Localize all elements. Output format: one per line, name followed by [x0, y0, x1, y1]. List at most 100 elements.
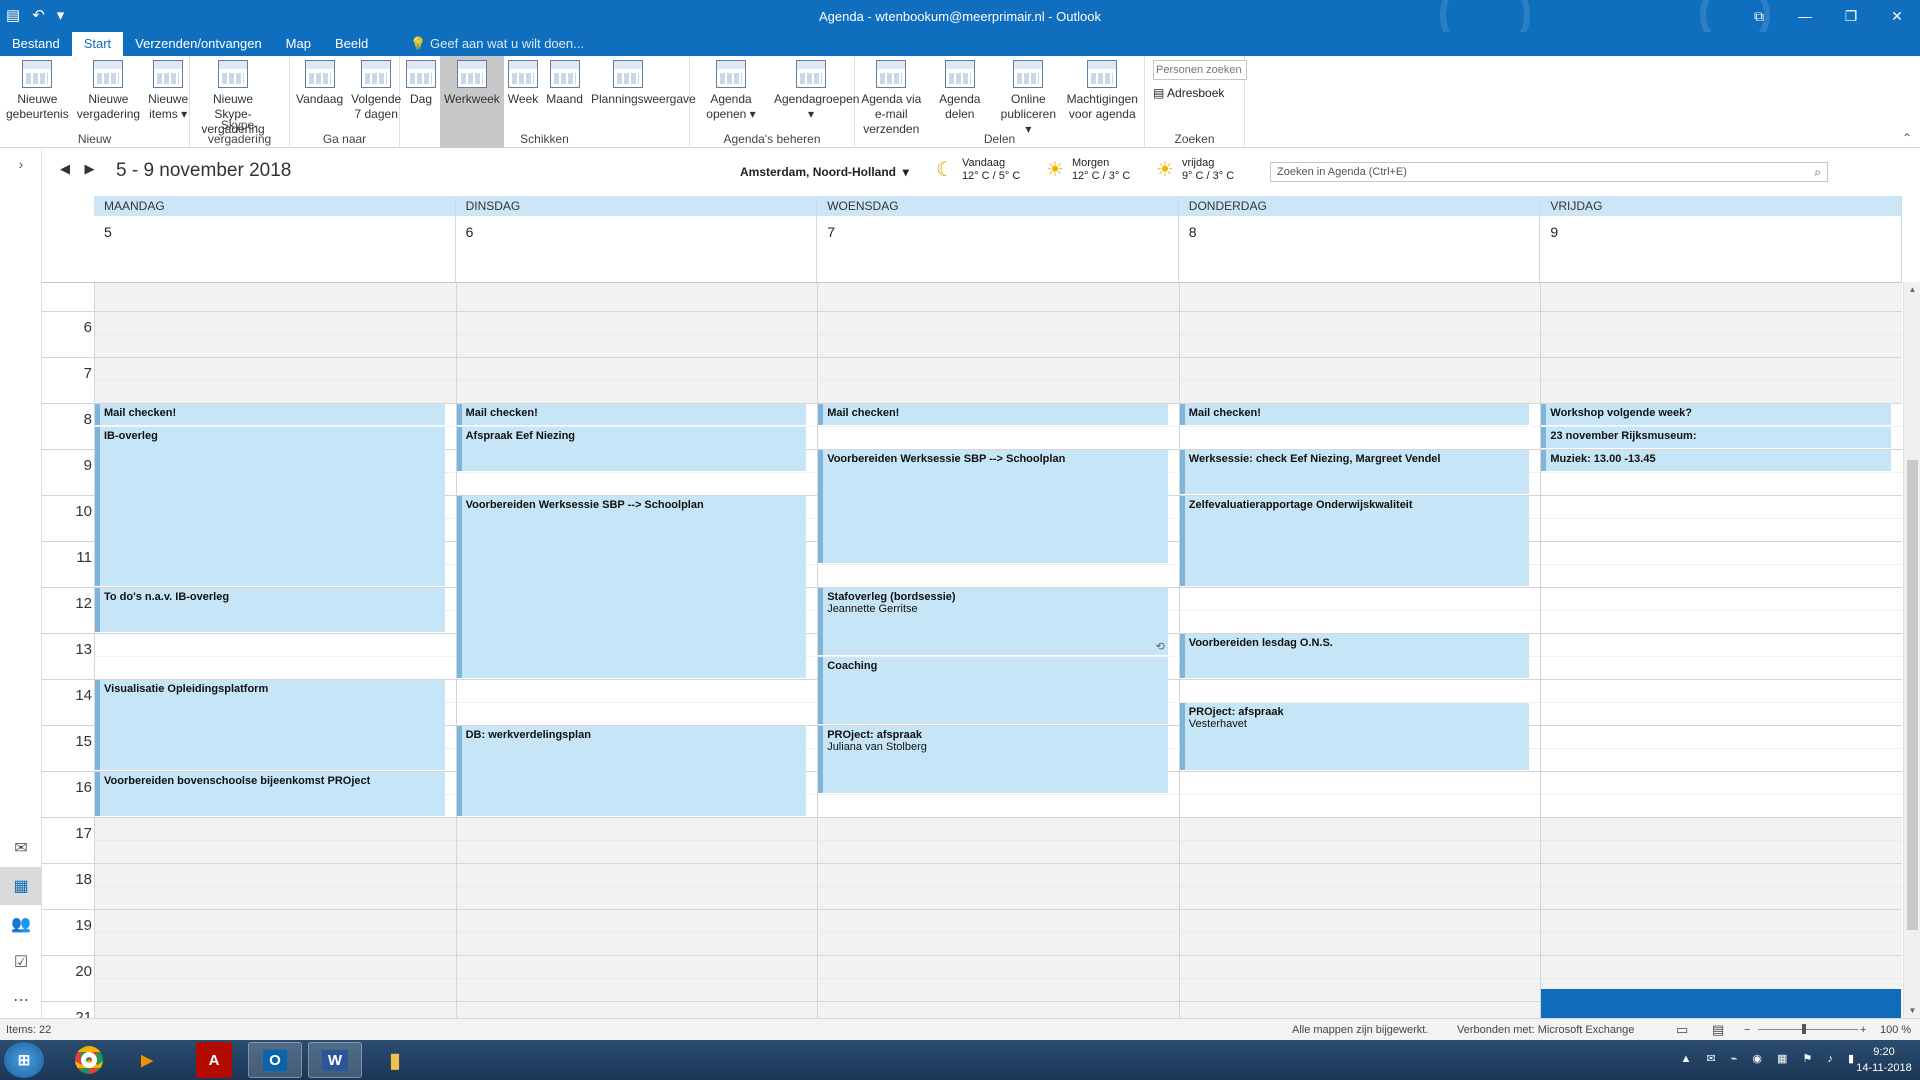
word-icon[interactable]: W — [308, 1042, 362, 1078]
calendar-event[interactable]: Voorbereiden bovenschoolse bijeenkomst P… — [95, 771, 445, 816]
media-player-icon[interactable]: ▶ — [120, 1042, 174, 1078]
ribbon-tabs: Bestand Start Verzenden/ontvangen Map Be… — [0, 32, 1920, 56]
calendar-event[interactable]: Mail checken! — [1179, 403, 1530, 425]
expand-folder-pane-icon[interactable]: › — [0, 149, 42, 179]
tell-me-search[interactable]: 💡 Geef aan wat u wilt doen... — [398, 32, 596, 56]
calendar-icon — [549, 60, 580, 88]
calendar-event[interactable]: DB: werkverdelingsplan — [456, 725, 807, 816]
day-column-header[interactable]: VRIJDAG 9 — [1540, 196, 1902, 282]
zoom-slider-thumb[interactable] — [1802, 1024, 1806, 1034]
chrome-icon[interactable] — [62, 1042, 116, 1078]
calendar-event[interactable]: Mail checken! — [95, 403, 445, 425]
event-title: Muziek: 13.00 -13.45 — [1550, 452, 1656, 465]
event-title: Mail checken! — [465, 406, 538, 419]
moon-icon: ☾ — [936, 158, 954, 181]
day-column-header[interactable]: DONDERDAG 8 — [1178, 196, 1541, 282]
close-button[interactable]: ✕ — [1874, 0, 1920, 32]
calendar-event[interactable]: Mail checken! — [818, 403, 1168, 425]
explorer-icon[interactable]: ▮ — [368, 1042, 422, 1078]
calendar-event[interactable]: Voorbereiden lesdag O.N.S. — [1179, 633, 1530, 678]
day-column-header[interactable]: MAANDAG 5 — [94, 196, 456, 282]
scroll-down-icon[interactable]: ▼ — [1904, 1003, 1920, 1018]
calendar-event[interactable]: Werksessie: check Eef Niezing, Margreet … — [1179, 449, 1530, 494]
calendar-event[interactable]: Muziek: 13.00 -13.45 — [1541, 449, 1891, 471]
tab-beeld[interactable]: Beeld — [323, 32, 380, 56]
calendar-event[interactable]: Zelfevaluatierapportage Onderwijskwalite… — [1179, 495, 1530, 586]
half-hour-line — [94, 977, 1902, 979]
mail-icon[interactable]: ✉ — [0, 829, 42, 867]
clock[interactable]: 9:20 14-11-2018 — [1854, 1044, 1914, 1076]
people-search-input[interactable] — [1153, 60, 1247, 80]
calendar-event[interactable]: To do's n.a.v. IB-overleg — [95, 587, 445, 632]
zoom-slider[interactable] — [1758, 1029, 1858, 1030]
tasks-icon[interactable]: ☑ — [0, 943, 42, 981]
calendar-event[interactable]: Visualisatie Opleidingsplatform — [95, 679, 445, 770]
ribbon-group: ▤ Adresboek Zoeken — [1145, 56, 1247, 148]
window-controls: ⧉ — ❐ ✕ — [1736, 0, 1920, 32]
scroll-up-icon[interactable]: ▲ — [1904, 282, 1920, 297]
calendar-icon — [218, 60, 248, 88]
tab-map[interactable]: Map — [274, 32, 323, 56]
day-column-header[interactable]: DINSDAG 6 — [455, 196, 818, 282]
weather-day: Vandaag — [961, 157, 1006, 169]
reading-view-icon[interactable]: ▤ — [1712, 1022, 1724, 1038]
calendar-event[interactable]: 23 november Rijksmuseum: — [1541, 426, 1891, 448]
collapse-ribbon-icon[interactable]: ⌃ — [1902, 131, 1912, 145]
calendar-event[interactable]: Stafoverleg (bordsessie) Jeannette Gerrit… — [818, 587, 1168, 655]
calendar-search-input[interactable]: Zoeken in Agenda (Ctrl+E) ⌕ — [1270, 162, 1828, 182]
hour-label: 7 — [83, 364, 92, 382]
calendar-event[interactable]: PROject: afspraak Vesterhavet — [1179, 702, 1530, 770]
tab-start[interactable]: Start — [71, 32, 124, 56]
chevron-down-icon: ▾ — [902, 165, 909, 179]
next-icon[interactable]: ▶ — [84, 161, 94, 176]
vertical-scrollbar[interactable]: ▲ ▼ — [1903, 282, 1920, 1018]
off-hours-area[interactable] — [94, 283, 1902, 403]
ribbon-button-label: Planningsweergave — [590, 92, 696, 106]
system-tray-icons[interactable]: ▲ ✉ ⌁ ◉ ▦ ⚑ ♪ ▮ — [1680, 1052, 1860, 1065]
day-name: WOENSDAG — [817, 196, 1178, 216]
calendar-event[interactable]: Workshop volgende week? — [1541, 403, 1891, 425]
people-icon[interactable]: 👥 — [0, 905, 42, 943]
day-column-header[interactable]: WOENSDAG 7 — [817, 196, 1179, 282]
ribbon-display-options-icon[interactable]: ⧉ — [1736, 0, 1782, 32]
calendar-icon[interactable]: ▦ — [0, 867, 42, 905]
calendar-icon — [612, 60, 643, 88]
restore-button[interactable]: ❐ — [1828, 0, 1874, 32]
start-button[interactable]: ⊞ — [4, 1042, 44, 1078]
windows-taskbar: ⊞ ▶ A O W ▮ ▲ ✉ ⌁ ◉ ▦ ⚑ ♪ ▮ 9:20 14-11-2… — [0, 1040, 1920, 1080]
ribbon-button-label: Maand — [546, 92, 583, 106]
event-title: Stafoverleg (bordsessie) — [827, 590, 956, 603]
calendar-event[interactable]: IB-overleg — [95, 426, 445, 586]
ribbon-group: Agenda via e-mail verzenden Agenda delen O… — [855, 56, 1145, 148]
more-icon[interactable]: ⋯ — [0, 981, 42, 1019]
calendar-event[interactable]: Voorbereiden Werksessie SBP --> Schoolpl… — [818, 449, 1168, 563]
calendar-event[interactable]: Afspraak Eef Niezing — [456, 426, 807, 471]
hour-label: 17 — [75, 824, 92, 842]
previous-icon[interactable]: ◀ — [60, 161, 70, 176]
zoom-out-icon[interactable]: − — [1744, 1024, 1750, 1036]
weather-friday: ☀ vrijdag 9° C / 3° C — [1156, 157, 1234, 183]
outlook-icon[interactable]: O — [248, 1042, 302, 1078]
ribbon-group: Nieuwe gebeurtenis Nieuwe vergadering Nieu… — [0, 56, 190, 148]
acrobat-icon[interactable]: A — [196, 1042, 232, 1078]
off-hours-area[interactable] — [94, 816, 1902, 1018]
tab-verzenden-ontvangen[interactable]: Verzenden/ontvangen — [123, 32, 274, 56]
calendar-event[interactable]: PROject: afspraak Juliana van Stolberg — [818, 725, 1168, 793]
calendar-event[interactable]: Coaching — [818, 656, 1168, 724]
calendar-icon — [406, 60, 436, 88]
address-book-icon: ▤ — [1153, 86, 1168, 100]
tab-bestand[interactable]: Bestand — [0, 32, 72, 56]
calendar-event[interactable]: Mail checken! — [456, 403, 807, 425]
zoom-in-icon[interactable]: + — [1860, 1024, 1866, 1036]
minimize-button[interactable]: — — [1782, 0, 1828, 32]
selected-time-slot[interactable] — [1541, 989, 1901, 1018]
calendar-event[interactable]: Voorbereiden Werksessie SBP --> Schoolpl… — [456, 495, 807, 678]
scrollbar-thumb[interactable] — [1907, 460, 1918, 930]
address-book-button[interactable]: ▤ Adresboek — [1153, 86, 1247, 100]
normal-view-icon[interactable]: ▭ — [1676, 1022, 1688, 1038]
search-icon[interactable]: ⌕ — [1814, 165, 1821, 180]
ribbon-button-label: Nieuwe vergadering — [76, 92, 141, 121]
weather-location[interactable]: Amsterdam, Noord-Holland ▾ — [740, 165, 909, 179]
ribbon-button-label: Werkweek — [444, 92, 500, 106]
event-location: Juliana van Stolberg — [827, 740, 927, 753]
